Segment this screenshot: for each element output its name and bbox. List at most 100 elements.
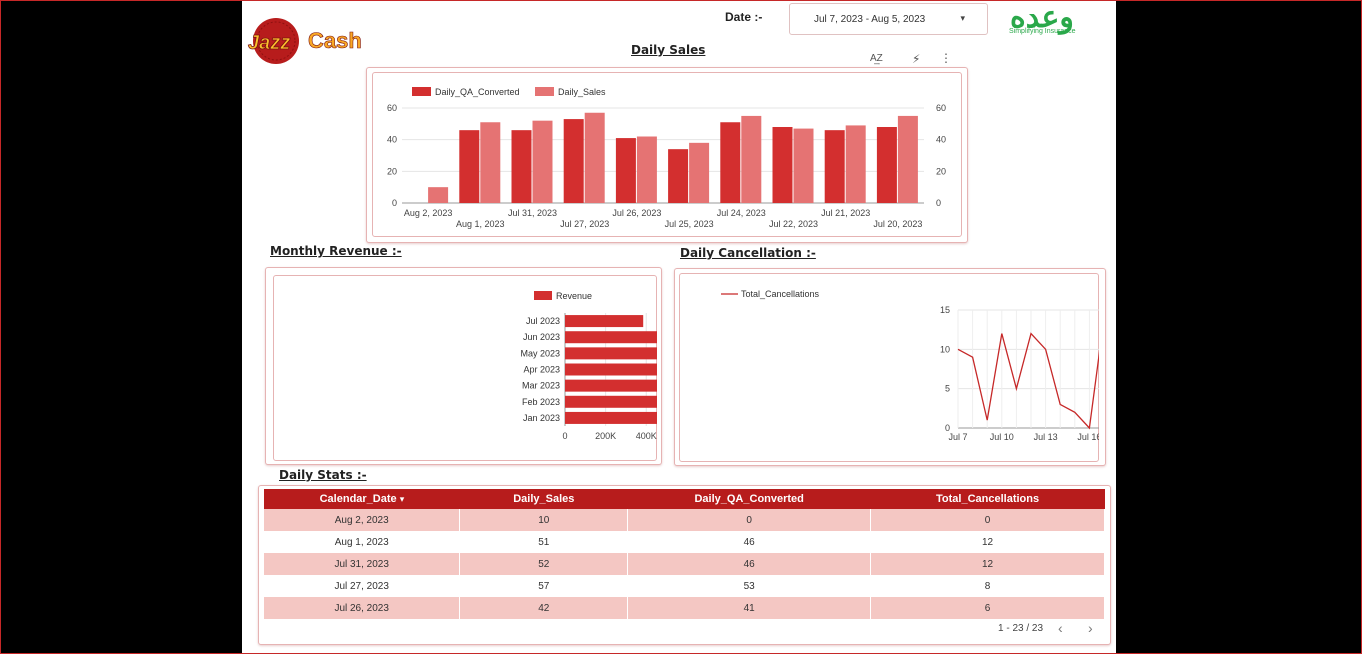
bar <box>720 122 741 203</box>
y-tick-label: Jun 2023 <box>523 332 560 342</box>
y-tick-label: Apr 2023 <box>523 365 560 375</box>
cell-cancellations: 8 <box>870 575 1105 597</box>
x-tick-label: Aug 2, 2023 <box>404 208 453 218</box>
bar <box>428 187 449 203</box>
cell-date: Aug 2, 2023 <box>264 509 461 531</box>
bar <box>563 119 584 203</box>
legend-label: Daily_QA_Converted <box>435 87 520 97</box>
cell-cancellations: 0 <box>870 509 1105 531</box>
waada-tagline: Simplifying Insurance <box>1009 28 1076 35</box>
legend-swatch <box>534 291 552 300</box>
x-tick-label: Jul 20, 2023 <box>873 219 922 229</box>
y-tick-label: 40 <box>387 135 397 145</box>
sort-az-icon[interactable]: A͢Z <box>870 53 883 64</box>
bar <box>565 379 657 392</box>
x-tick-label: Jul 10 <box>990 432 1014 442</box>
column-header-total-cancellations[interactable]: Total_Cancellations <box>870 489 1105 509</box>
table-row[interactable]: Jul 31, 2023 52 46 12 <box>264 553 1105 575</box>
cell-daily-sales: 51 <box>459 531 629 553</box>
cell-qa-converted: 0 <box>627 509 872 531</box>
y-tick-label: May 2023 <box>520 348 560 358</box>
x-tick-label: Aug 1, 2023 <box>456 219 505 229</box>
cell-date: Aug 1, 2023 <box>264 531 461 553</box>
y-tick-label: Mar 2023 <box>522 381 560 391</box>
table-row[interactable]: Aug 2, 2023 10 0 0 <box>264 509 1105 531</box>
monthly-revenue-chart: 0200K400K600K800K1M1.2M1.4M1.6MJul 2023J… <box>520 291 657 441</box>
daily-cancellation-title: Daily Cancellation :- <box>680 246 816 260</box>
x-tick-label: Jul 16 <box>1077 432 1099 442</box>
daily-cancellation-chart: 051015Jul 7Jul 10Jul 13Jul 16Jul 19Jul 2… <box>721 289 1099 442</box>
lightning-icon[interactable]: ⚡ <box>912 52 920 66</box>
series-line <box>957 332 1099 430</box>
cell-qa-converted: 46 <box>627 531 872 553</box>
table-row[interactable]: Jul 26, 2023 42 41 6 <box>264 597 1105 619</box>
column-header-label: Calendar_Date <box>319 493 397 505</box>
monthly-revenue-title: Monthly Revenue :- <box>270 244 402 258</box>
legend-label: Daily_Sales <box>558 87 606 97</box>
bar <box>636 136 657 203</box>
dropdown-caret-icon: ▾ <box>960 13 965 23</box>
y-tick-label-right: 20 <box>936 166 946 176</box>
daily-stats-title: Daily Stats :- <box>279 468 367 482</box>
bar <box>824 130 845 203</box>
bar <box>772 127 793 203</box>
cell-cancellations: 6 <box>870 597 1105 619</box>
column-header-calendar-date[interactable]: Calendar_Date ▾ <box>264 489 460 509</box>
bar <box>565 411 657 424</box>
jazzcash-logo: Jazz Cash <box>248 18 362 64</box>
waada-logo: وعده <box>1010 1 1074 35</box>
x-tick-label: 0 <box>562 431 567 441</box>
x-tick-label: 200K <box>595 431 616 441</box>
date-range-value: Jul 7, 2023 - Aug 5, 2023 <box>814 14 926 25</box>
cell-daily-sales: 10 <box>459 509 629 531</box>
daily-sales-title: Daily Sales <box>631 43 706 57</box>
y-tick-label: 10 <box>940 344 950 354</box>
legend-swatch <box>412 87 431 96</box>
bar <box>459 130 480 203</box>
sort-desc-icon: ▾ <box>399 494 405 504</box>
y-tick-label: Jul 2023 <box>526 316 560 326</box>
cell-cancellations: 12 <box>870 553 1105 575</box>
cell-date: Jul 27, 2023 <box>264 575 461 597</box>
cell-cancellations: 12 <box>870 531 1105 553</box>
date-range-picker[interactable]: Jul 7, 2023 - Aug 5, 2023 ▾ <box>789 3 988 35</box>
bar <box>689 142 710 203</box>
cell-date: Jul 26, 2023 <box>264 597 461 619</box>
table-header-row: Calendar_Date ▾ Daily_Sales Daily_QA_Con… <box>264 489 1105 509</box>
y-tick-label: 20 <box>387 166 397 176</box>
bar <box>584 112 605 203</box>
y-tick-label: 0 <box>392 198 397 208</box>
table-row[interactable]: Jul 27, 2023 57 53 8 <box>264 575 1105 597</box>
y-tick-label: Jan 2023 <box>523 413 560 423</box>
bar <box>480 122 501 203</box>
x-tick-label: Jul 22, 2023 <box>769 219 818 229</box>
y-tick-label: 60 <box>387 103 397 113</box>
y-tick-label-right: 60 <box>936 103 946 113</box>
bar <box>565 315 644 328</box>
bar <box>845 125 866 203</box>
bar <box>565 395 657 408</box>
y-tick-label: 15 <box>940 305 950 315</box>
x-tick-label: Jul 24, 2023 <box>717 208 766 218</box>
prev-page-icon[interactable]: ‹ <box>1058 620 1063 636</box>
cell-qa-converted: 53 <box>627 575 872 597</box>
more-vert-icon[interactable]: ⋮ <box>940 51 952 65</box>
bar <box>741 115 762 203</box>
column-header-daily-qa-converted[interactable]: Daily_QA_Converted <box>627 489 871 509</box>
cell-daily-sales: 57 <box>459 575 629 597</box>
cell-qa-converted: 46 <box>627 553 872 575</box>
cell-daily-sales: 42 <box>459 597 629 619</box>
x-tick-label: Jul 31, 2023 <box>508 208 557 218</box>
bar <box>565 347 657 360</box>
bar <box>565 331 657 344</box>
legend-swatch <box>535 87 554 96</box>
x-tick-label: Jul 21, 2023 <box>821 208 870 218</box>
x-tick-label: Jul 7 <box>948 432 967 442</box>
table-row[interactable]: Aug 1, 2023 51 46 12 <box>264 531 1105 553</box>
bar <box>565 363 657 376</box>
column-header-daily-sales[interactable]: Daily_Sales <box>459 489 628 509</box>
x-tick-label: Jul 27, 2023 <box>560 219 609 229</box>
next-page-icon[interactable]: › <box>1088 620 1093 636</box>
y-tick-label-right: 40 <box>936 135 946 145</box>
bar <box>793 128 814 203</box>
